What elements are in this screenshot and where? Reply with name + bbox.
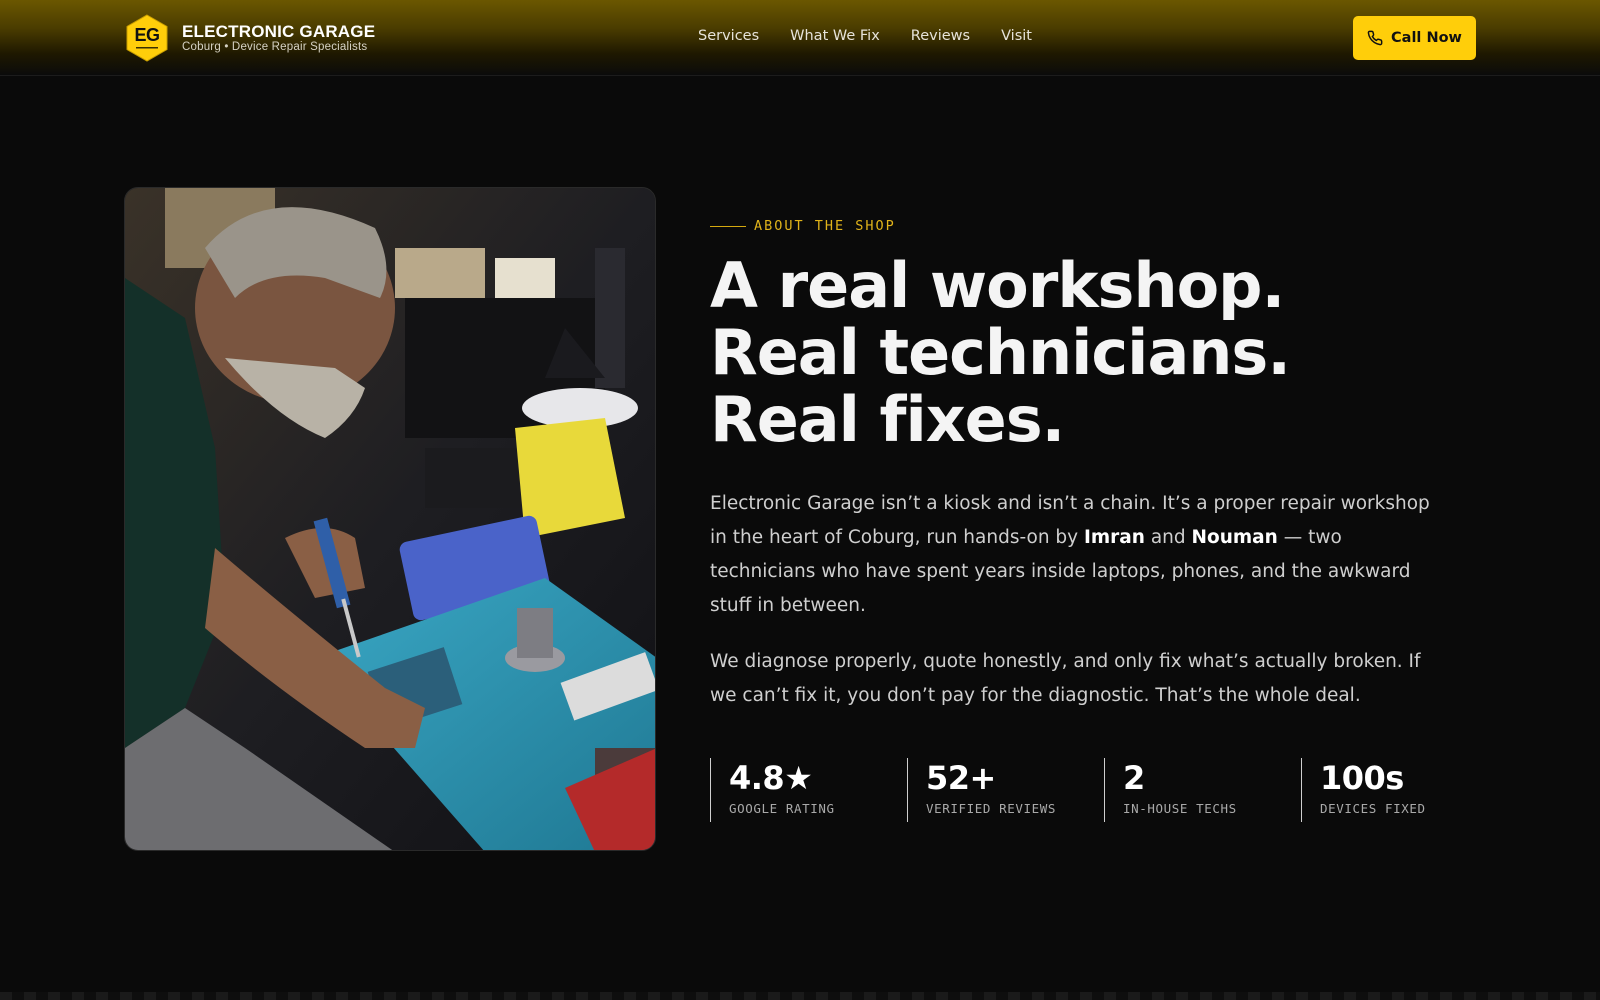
stats-row: 4.8★ GOOGLE RATING 52+ VERIFIED REVIEWS … [710,758,1498,822]
name-nouman: Nouman [1191,527,1278,548]
logo-text: EG [134,25,160,45]
nav-what-we-fix[interactable]: What We Fix [790,28,880,44]
call-now-label: Call Now [1391,30,1462,46]
technician-photo [124,187,656,851]
brand-tagline: Coburg • Device Repair Specialists [182,40,368,53]
logo-hexagon-icon: EG [126,14,168,62]
stat-devices-fixed: 100s DEVICES FIXED [1301,758,1498,822]
headline-line-2: Real technicians. [710,316,1291,389]
brand-text: ELECTRONIC GARAGE Coburg • Device Repair… [182,21,376,54]
brand[interactable]: EG ELECTRONIC GARAGE Coburg • Device Rep… [126,14,375,62]
stat-label: DEVICES FIXED [1320,801,1426,816]
section-divider [0,992,1600,1000]
main-nav: Services What We Fix Reviews Visit [698,28,1063,44]
stat-value: 100s [1320,759,1404,797]
eyebrow: ABOUT THE SHOP [710,218,896,234]
site-header: EG ELECTRONIC GARAGE Coburg • Device Rep… [0,0,1600,76]
name-imran: Imran [1084,527,1145,548]
nav-visit[interactable]: Visit [1001,28,1032,44]
nav-services[interactable]: Services [698,28,759,44]
brand-name: ELECTRONIC GARAGE [182,21,376,41]
stat-value: 2 [1123,759,1145,797]
eyebrow-text: ABOUT THE SHOP [754,218,896,234]
phone-icon [1367,30,1383,46]
stat-label: VERIFIED REVIEWS [926,801,1057,816]
intro-part-2: and [1144,527,1192,548]
headline: A real workshop. Real technicians. Real … [710,252,1480,453]
stat-label: GOOGLE RATING [729,801,835,816]
stat-verified-reviews: 52+ VERIFIED REVIEWS [907,758,1104,822]
call-now-button[interactable]: Call Now [1353,16,1476,60]
nav-reviews[interactable]: Reviews [911,28,970,44]
headline-line-1: A real workshop. [710,249,1285,322]
stat-value: 52+ [926,759,996,797]
stat-value: 4.8★ [729,759,813,797]
stat-google-rating: 4.8★ GOOGLE RATING [710,758,907,822]
promise-paragraph: We diagnose properly, quote honestly, an… [710,651,1421,706]
stat-label: IN-HOUSE TECHS [1123,801,1237,816]
headline-line-3: Real fixes. [710,383,1065,456]
intro-paragraph: Electronic Garage isn’t a kiosk and isn’… [710,487,1450,623]
eyebrow-rule [710,225,746,227]
stat-in-house-techs: 2 IN-HOUSE TECHS [1104,758,1301,822]
